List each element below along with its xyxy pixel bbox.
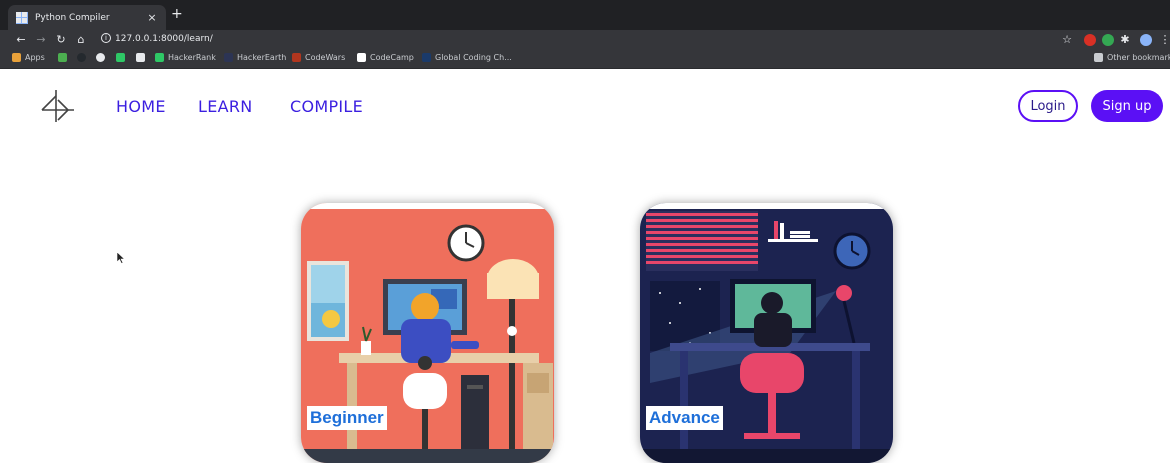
hackerrank-icon	[155, 53, 164, 62]
signup-button[interactable]: Sign up	[1091, 90, 1163, 122]
bookmark-codewars[interactable]: CodeWars	[292, 53, 345, 62]
github-icon	[77, 53, 86, 62]
bookmark-favicon-icon	[116, 53, 125, 62]
login-button[interactable]: Login	[1018, 90, 1078, 122]
nav-compile[interactable]: COMPILE	[290, 97, 363, 116]
bookmark-icon-2[interactable]	[77, 53, 90, 62]
extensions-puzzle-icon[interactable]: ✱	[1118, 33, 1132, 46]
hackerearth-icon	[224, 53, 233, 62]
bookmark-apps[interactable]: Apps	[12, 53, 45, 62]
bookmarks-bar: Apps HackerRank HackerEarth CodeWars Cod…	[0, 51, 1170, 69]
bookmark-label: CodeCamp	[370, 53, 414, 62]
new-tab-icon[interactable]: +	[171, 7, 183, 21]
reload-icon[interactable]: ↻	[54, 33, 68, 46]
nav-learn[interactable]: LEARN	[198, 97, 253, 116]
bookmark-label: Global Coding Ch...	[435, 53, 512, 62]
bookmark-label: Apps	[25, 53, 45, 62]
codewars-icon	[292, 53, 301, 62]
tab-title: Python Compiler	[35, 12, 110, 23]
bookmark-icon-4[interactable]	[116, 53, 129, 62]
beginner-label[interactable]: Beginner	[307, 406, 387, 430]
bookmark-star-icon[interactable]: ☆	[1060, 33, 1074, 46]
bookmark-favicon-icon	[58, 53, 67, 62]
bookmark-hackerearth[interactable]: HackerEarth	[224, 53, 286, 62]
apps-grid-icon	[12, 53, 21, 62]
tab-favicon-icon	[16, 11, 28, 24]
home-icon[interactable]: ⌂	[74, 33, 88, 46]
bookmark-codecamp[interactable]: CodeCamp	[357, 53, 414, 62]
bookmark-favicon-icon	[96, 53, 105, 62]
menu-dots-icon[interactable]: ⋮	[1158, 33, 1170, 46]
back-icon[interactable]: ←	[14, 33, 28, 46]
browser-address-bar: ← → ↻ ⌂ i 127.0.0.1:8000/learn/ ☆ ✱ ⋮	[0, 30, 1170, 51]
bookmark-icon-3[interactable]	[96, 53, 109, 62]
profile-avatar-icon[interactable]	[1140, 34, 1152, 46]
tab-close-icon[interactable]: ×	[146, 11, 158, 24]
codecamp-icon	[357, 53, 366, 62]
bookmark-global-coding[interactable]: Global Coding Ch...	[422, 53, 512, 62]
other-bookmarks[interactable]: Other bookmarks	[1094, 53, 1170, 62]
mouse-cursor-icon	[116, 251, 126, 264]
advance-card[interactable]: Advance	[640, 203, 893, 463]
advance-label[interactable]: Advance	[646, 406, 723, 430]
bookmark-label: HackerRank	[168, 53, 216, 62]
bookmark-label: HackerEarth	[237, 53, 287, 62]
browser-tab-bar: Python Compiler × +	[0, 0, 1170, 30]
forward-icon[interactable]: →	[34, 33, 48, 46]
bookmark-label: Other bookmarks	[1107, 53, 1170, 62]
browser-tab[interactable]: Python Compiler ×	[8, 5, 166, 30]
site-logo-icon[interactable]	[38, 88, 78, 124]
site-info-icon[interactable]: i	[101, 33, 111, 43]
extension-check-icon[interactable]	[1102, 34, 1114, 46]
bookmark-icon-5[interactable]	[136, 53, 149, 62]
bookmark-icon-1[interactable]	[58, 53, 71, 62]
folder-icon	[1094, 53, 1103, 62]
url-input[interactable]: 127.0.0.1:8000/learn/	[115, 34, 213, 44]
global-coding-icon	[422, 53, 431, 62]
extension-adblock-icon[interactable]	[1084, 34, 1096, 46]
bookmark-favicon-icon	[136, 53, 145, 62]
nav-home[interactable]: HOME	[116, 97, 166, 116]
bookmark-label: CodeWars	[305, 53, 346, 62]
bookmark-hackerrank[interactable]: HackerRank	[155, 53, 216, 62]
beginner-card[interactable]: Beginner	[301, 203, 554, 463]
